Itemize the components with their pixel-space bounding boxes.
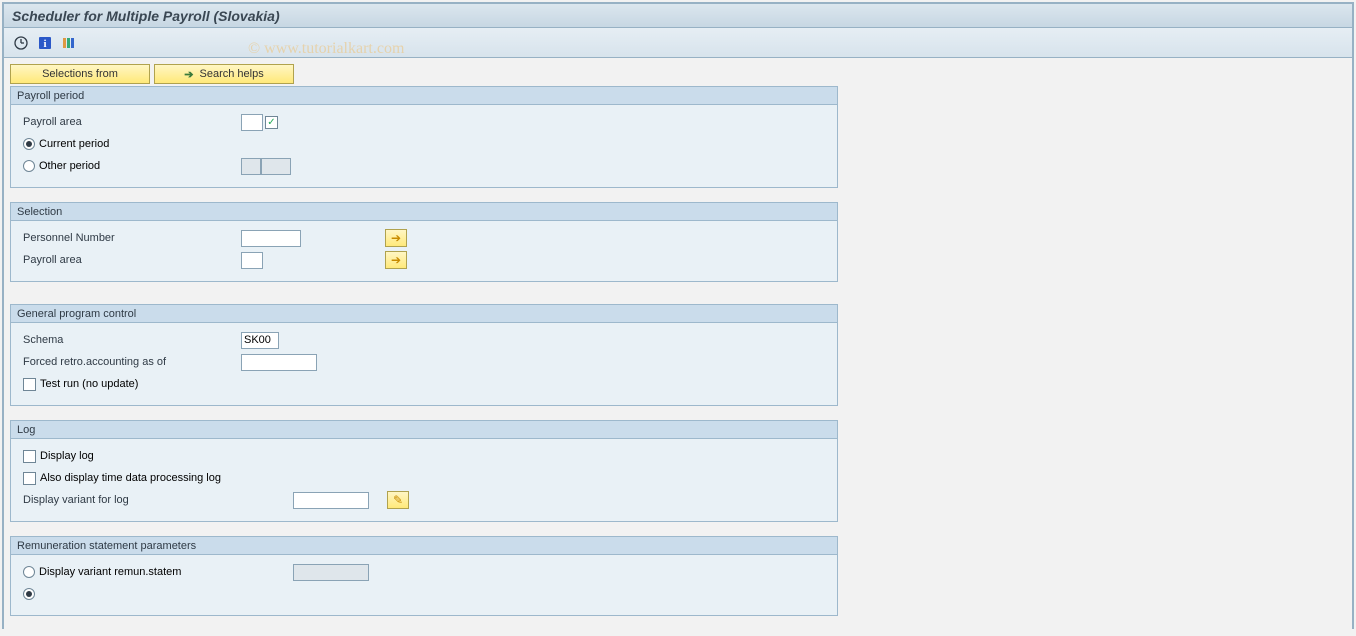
group-payroll-period: Payroll period Payroll area ✓ Current pe… (10, 86, 838, 188)
other-period-radio[interactable] (23, 160, 35, 172)
page-title: Scheduler for Multiple Payroll (Slovakia… (4, 4, 1352, 28)
search-helps-label: Search helps (200, 68, 264, 80)
forced-retro-input[interactable] (241, 354, 317, 371)
group-general: General program control Schema Forced re… (10, 304, 838, 406)
display-variant-log-input[interactable] (293, 492, 369, 509)
group-title-payroll-period: Payroll period (11, 87, 837, 105)
display-variant-remun-label: Display variant remun.statem (39, 566, 181, 578)
selection-payroll-area-input[interactable] (241, 252, 263, 269)
display-log-checkbox[interactable] (23, 450, 36, 463)
other-period-input-1[interactable] (241, 158, 261, 175)
payroll-area-input[interactable] (241, 114, 263, 131)
payroll-area-checkbox[interactable]: ✓ (265, 116, 278, 129)
display-variant-remun-radio[interactable] (23, 566, 35, 578)
test-run-label: Test run (no update) (40, 378, 138, 390)
display-variant-remun-input[interactable] (293, 564, 369, 581)
personnel-number-multi-button[interactable]: ➔ (385, 229, 407, 247)
also-display-label: Also display time data processing log (40, 472, 221, 484)
current-period-label: Current period (39, 138, 109, 150)
other-period-input-2[interactable] (261, 158, 291, 175)
test-run-checkbox[interactable] (23, 378, 36, 391)
button-row: Selections from ➔ Search helps (10, 64, 1346, 84)
check-icon: ✓ (267, 117, 275, 128)
edit-variant-button[interactable]: ✎ (387, 491, 409, 509)
selections-from-label: Selections from (42, 68, 118, 80)
selection-payroll-area-label: Payroll area (19, 254, 241, 266)
arrow-right-icon: ➔ (184, 68, 193, 81)
pencil-icon: ✎ (393, 493, 403, 507)
group-title-general: General program control (11, 305, 837, 323)
info-icon[interactable]: i (36, 34, 54, 52)
group-log: Log Display log Also display time data p… (10, 420, 838, 522)
display-log-label: Display log (40, 450, 94, 462)
title-text: Scheduler for Multiple Payroll (Slovakia… (12, 8, 280, 24)
content-area: Selections from ➔ Search helps Payroll p… (4, 58, 1352, 636)
group-remun: Remuneration statement parameters Displa… (10, 536, 838, 616)
search-helps-button[interactable]: ➔ Search helps (154, 64, 294, 84)
arrow-right-icon: ➔ (391, 253, 401, 267)
schema-label: Schema (19, 334, 241, 346)
group-selection: Selection Personnel Number ➔ Payroll are… (10, 202, 838, 282)
personnel-number-input[interactable] (241, 230, 301, 247)
schema-input[interactable] (241, 332, 279, 349)
display-variant-log-label: Display variant for log (19, 494, 241, 506)
variant-icon[interactable] (60, 34, 78, 52)
also-display-checkbox[interactable] (23, 472, 36, 485)
payroll-area-multi-button[interactable]: ➔ (385, 251, 407, 269)
payroll-area-label: Payroll area (19, 116, 241, 128)
other-period-label: Other period (39, 160, 100, 172)
forced-retro-label: Forced retro.accounting as of (19, 356, 241, 368)
arrow-right-icon: ➔ (391, 231, 401, 245)
group-title-selection: Selection (11, 203, 837, 221)
selections-from-button[interactable]: Selections from (10, 64, 150, 84)
execute-icon[interactable] (12, 34, 30, 52)
current-period-radio[interactable] (23, 138, 35, 150)
group-title-log: Log (11, 421, 837, 439)
remun-blank-radio[interactable] (23, 588, 35, 600)
personnel-number-label: Personnel Number (19, 232, 241, 244)
svg-text:i: i (43, 38, 46, 50)
app-toolbar: i (4, 28, 1352, 58)
group-title-remun: Remuneration statement parameters (11, 537, 837, 555)
